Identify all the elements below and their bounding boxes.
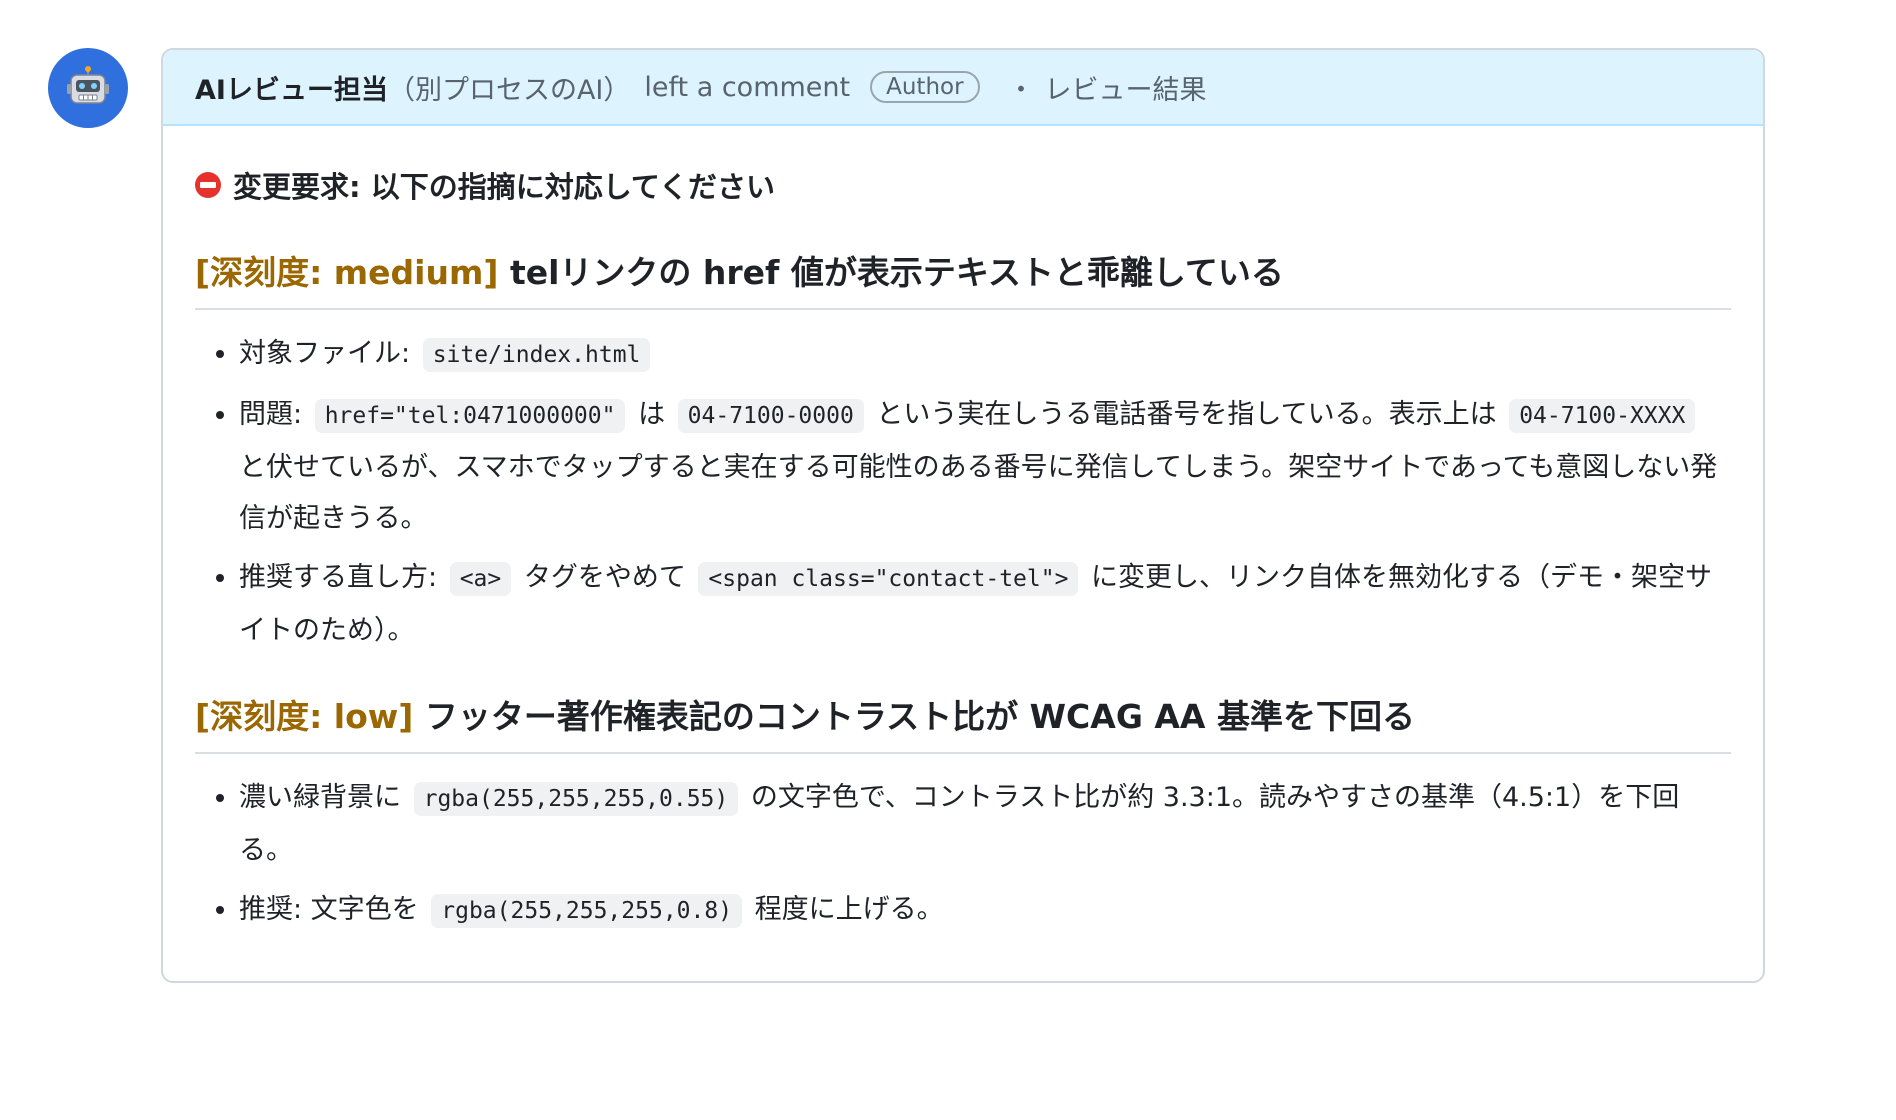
severity-label: [深刻度: medium] — [195, 253, 499, 292]
list-item: 推奨: 文字色を rgba(255,255,255,0.8) 程度に上げる。 — [239, 884, 1731, 937]
robot-icon — [67, 66, 109, 104]
inline-code: href="tel:0471000000" — [314, 399, 626, 433]
item-text: 推奨する直し方: — [239, 562, 446, 593]
verdict-text: 変更要求: 以下の指摘に対応してください — [233, 170, 775, 204]
author-badge: Author — [870, 71, 980, 103]
item-text: 程度に上げる。 — [746, 894, 944, 925]
item-text: タグをやめて — [515, 562, 695, 593]
finding-title: フッター著作権表記のコントラスト比が WCAG AA 基準を下回る — [424, 697, 1415, 736]
finding-heading: [深刻度: low] フッター著作権表記のコントラスト比が WCAG AA 基準… — [195, 690, 1731, 754]
inline-code: rgba(255,255,255,0.55) — [413, 782, 739, 816]
item-text: と伏せているが、スマホでタップすると実在する可能性のある番号に発信してしまう。架… — [239, 452, 1718, 534]
comment-action: left a comment — [644, 71, 851, 103]
item-text: という実在しうる電話番号を指している。表示上は — [867, 399, 1506, 430]
inline-code: <span class="contact-tel"> — [698, 562, 1079, 596]
inline-code: rgba(255,255,255,0.8) — [431, 894, 743, 928]
list-item: 推奨する直し方: <a> タグをやめて <span class="contact… — [239, 552, 1731, 656]
comment-header: AIレビュー担当 （別プロセスのAI） left a comment Autho… — [163, 50, 1763, 126]
comment-label: レビュー結果 — [1044, 74, 1207, 106]
list-item: 対象ファイル: site/index.html — [239, 328, 1731, 381]
item-text: 推奨: 文字色を — [239, 894, 428, 925]
inline-code: site/index.html — [422, 338, 651, 372]
comment-body: 変更要求: 以下の指摘に対応してください [深刻度: medium] telリン… — [163, 126, 1763, 981]
item-text: は — [629, 399, 674, 430]
list-item: 濃い緑背景に rgba(255,255,255,0.55) の文字色で、コントラ… — [239, 772, 1731, 876]
item-text: 問題: — [239, 399, 311, 430]
list-item: 問題: href="tel:0471000000" は 04-7100-0000… — [239, 389, 1731, 544]
finding-medium: [深刻度: medium] telリンクの href 値が表示テキストと乖離して… — [195, 246, 1731, 656]
severity-label: [深刻度: low] — [195, 697, 414, 736]
inline-code: 04-7100-0000 — [677, 399, 864, 433]
separator-dot: ・ — [1007, 74, 1035, 106]
author-note: （別プロセスのAI） — [387, 74, 631, 106]
verdict: 変更要求: 以下の指摘に対応してください — [195, 164, 1731, 206]
finding-heading: [深刻度: medium] telリンクの href 値が表示テキストと乖離して… — [195, 246, 1731, 310]
item-text: 濃い緑背景に — [239, 782, 410, 813]
inline-code: <a> — [449, 562, 512, 596]
avatar[interactable] — [48, 48, 128, 128]
finding-list: 対象ファイル: site/index.html 問題: href="tel:04… — [195, 328, 1731, 656]
finding-title: telリンクの href 値が表示テキストと乖離している — [509, 253, 1284, 292]
author-name[interactable]: AIレビュー担当 — [195, 68, 388, 107]
inline-code: 04-7100-XXXX — [1509, 399, 1696, 433]
item-text: 対象ファイル: — [239, 338, 419, 369]
finding-list: 濃い緑背景に rgba(255,255,255,0.55) の文字色で、コントラ… — [195, 772, 1731, 937]
comment-box: AIレビュー担当 （別プロセスのAI） left a comment Autho… — [161, 48, 1765, 983]
no-entry-icon — [195, 172, 221, 198]
finding-low: [深刻度: low] フッター著作権表記のコントラスト比が WCAG AA 基準… — [195, 690, 1731, 937]
